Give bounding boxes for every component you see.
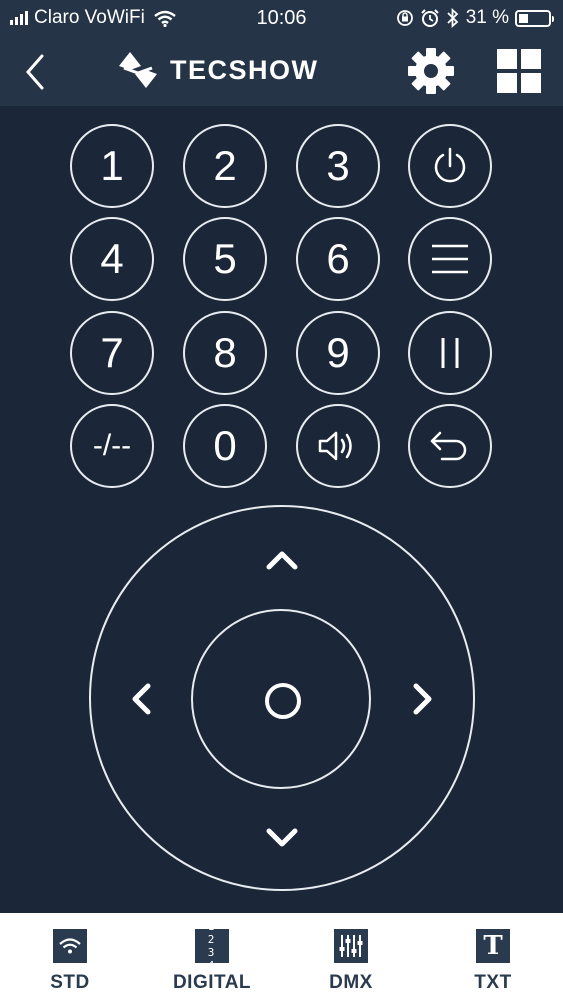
tab-std-label: STD — [50, 972, 90, 993]
key-2[interactable]: 2 — [183, 124, 267, 208]
digits-toggle-button[interactable]: -/-- — [70, 404, 154, 488]
key-4[interactable]: 4 — [70, 217, 154, 301]
tecshow-logo-icon — [119, 52, 157, 88]
chevron-up-icon — [266, 551, 298, 570]
key-7[interactable]: 7 — [70, 311, 154, 395]
key-6[interactable]: 6 — [296, 217, 380, 301]
tab-digital[interactable]: 1 2 3 4 DIGITAL — [160, 913, 264, 1000]
battery-percent: 31 % — [465, 7, 509, 28]
volume-icon — [318, 431, 352, 461]
brand-name: TECSHOW — [170, 54, 319, 85]
key-3[interactable]: 3 — [296, 124, 380, 208]
grid-menu-button[interactable] — [497, 49, 541, 93]
return-icon — [430, 431, 467, 461]
brand-logo: TECSHOW — [116, 48, 319, 92]
pause-icon — [441, 338, 459, 368]
digits-icon-text: 1 2 3 4 — [207, 920, 217, 972]
nav-bar: TECSHOW — [0, 38, 563, 106]
status-bar: Claro VoWiFi 10:06 31 % — [0, 0, 563, 38]
tab-dmx[interactable]: DMX — [311, 913, 391, 1000]
bluetooth-icon — [447, 8, 458, 28]
orientation-lock-icon — [396, 10, 413, 26]
dpad-down-button[interactable] — [262, 818, 302, 858]
key-8[interactable]: 8 — [183, 311, 267, 395]
tab-bar: STD 1 2 3 4 DIGITAL DMX T TXT — [0, 913, 563, 1000]
pause-button[interactable] — [408, 311, 492, 395]
battery-icon — [515, 9, 554, 27]
menu-button[interactable] — [408, 217, 492, 301]
volume-button[interactable] — [296, 404, 380, 488]
key-5[interactable]: 5 — [183, 217, 267, 301]
wifi-icon — [53, 929, 87, 963]
power-icon — [434, 147, 466, 183]
back-button[interactable] — [18, 52, 54, 92]
dpad-left-button[interactable] — [122, 679, 162, 719]
gear-icon — [408, 48, 454, 94]
chevron-down-icon — [266, 828, 298, 847]
dpad-right-button[interactable] — [402, 679, 442, 719]
chevron-right-icon — [413, 683, 432, 715]
tab-std[interactable]: STD — [30, 913, 110, 1000]
dpad-up-button[interactable] — [262, 540, 302, 580]
sliders-icon — [334, 929, 368, 963]
tab-txt-label: TXT — [474, 972, 512, 993]
text-icon-glyph: T — [483, 931, 503, 961]
tab-dmx-label: DMX — [329, 972, 373, 993]
digits-icon: 1 2 3 4 — [195, 920, 229, 972]
key-1[interactable]: 1 — [70, 124, 154, 208]
settings-button[interactable] — [406, 46, 456, 96]
key-0[interactable]: 0 — [183, 404, 267, 488]
chevron-left-icon — [132, 683, 151, 715]
tab-txt[interactable]: T TXT — [453, 913, 533, 1000]
alarm-icon — [420, 9, 439, 27]
power-button[interactable] — [408, 124, 492, 208]
menu-icon — [432, 244, 468, 274]
return-button[interactable] — [408, 404, 492, 488]
tab-digital-label: DIGITAL — [172, 972, 252, 993]
key-9[interactable]: 9 — [296, 311, 380, 395]
chevron-left-icon — [26, 54, 44, 90]
status-right: 31 % — [396, 7, 554, 29]
dpad-ok-button[interactable] — [191, 609, 371, 789]
grid-icon — [497, 49, 541, 93]
ok-circle-icon — [265, 683, 301, 719]
text-icon: T — [476, 929, 510, 963]
